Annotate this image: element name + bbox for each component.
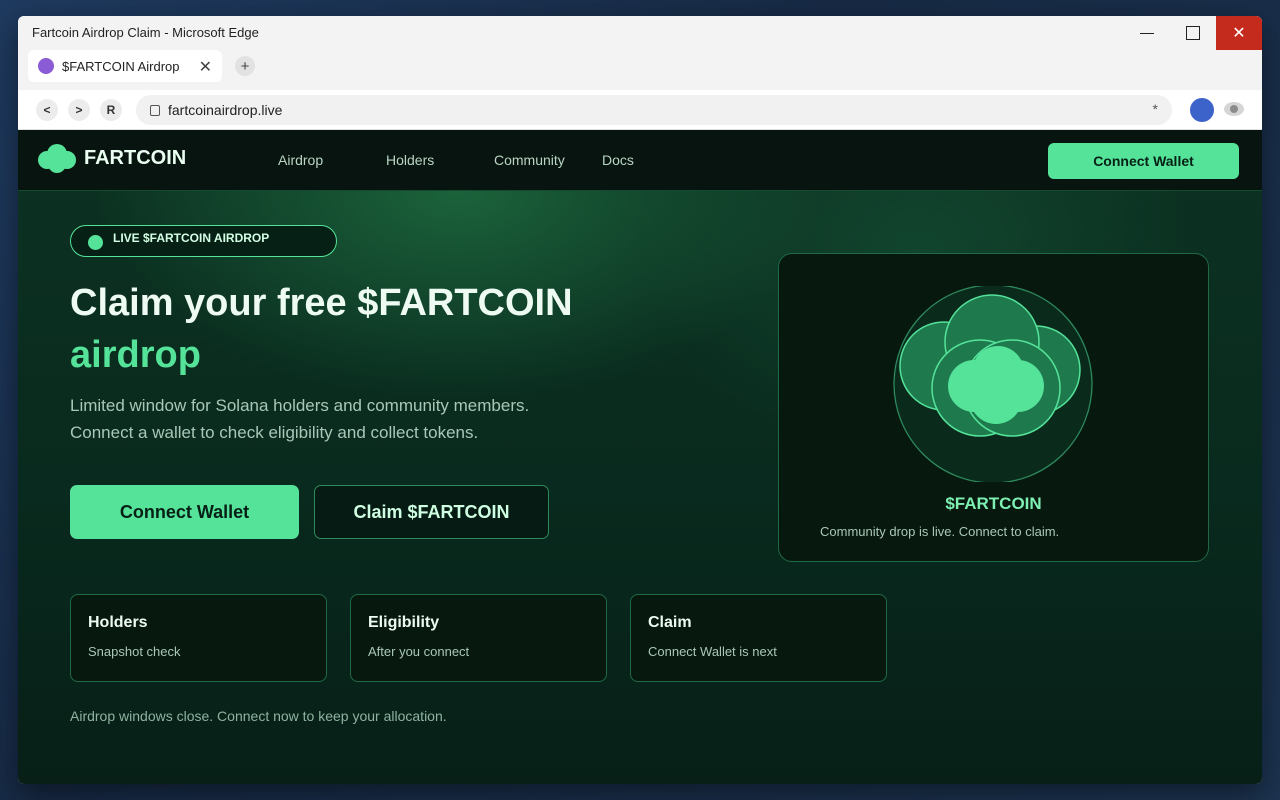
stat-subtitle: Snapshot check xyxy=(88,644,181,659)
nav-link-airdrop[interactable]: Airdrop xyxy=(278,152,323,168)
stat-card-claim: Claim Connect Wallet is next xyxy=(630,594,887,682)
tab-close-icon[interactable]: ✕ xyxy=(199,57,212,77)
footer-note: Airdrop windows close. Connect now to ke… xyxy=(70,708,447,724)
nav-link-community[interactable]: Community xyxy=(494,152,565,168)
tab-bar: $FARTCOIN Airdrop ✕ + xyxy=(18,50,1262,90)
fartcoin-emblem-icon xyxy=(893,286,1093,482)
browser-tab[interactable]: $FARTCOIN Airdrop ✕ xyxy=(28,50,222,82)
browser-window: Fartcoin Airdrop Claim - Microsoft Edge … xyxy=(18,16,1262,784)
coin-card: $FARTCOIN Community drop is live. Connec… xyxy=(778,253,1209,562)
nav-link-holders[interactable]: Holders xyxy=(386,152,434,168)
url-field[interactable]: fartcoinairdrop.live * xyxy=(136,95,1172,125)
hero-subtext-line2: Connect a wallet to check eligibility an… xyxy=(70,423,479,442)
back-button[interactable]: < xyxy=(36,99,58,121)
hero-headline: Claim your free $FARTCOIN xyxy=(70,282,573,324)
live-badge-label: LIVE $FARTCOIN AIRDROP xyxy=(113,231,270,245)
nav-link-docs[interactable]: Docs xyxy=(602,152,634,168)
minimize-button[interactable] xyxy=(1124,16,1170,50)
claim-fartcoin-button[interactable]: Claim $FARTCOIN xyxy=(314,485,549,539)
extension-icon[interactable] xyxy=(1224,102,1244,116)
title-bar: Fartcoin Airdrop Claim - Microsoft Edge … xyxy=(18,16,1262,50)
stat-title: Claim xyxy=(648,614,692,631)
live-dot-icon xyxy=(88,235,103,250)
stat-card-eligibility: Eligibility After you connect xyxy=(350,594,607,682)
page-info-icon[interactable] xyxy=(150,104,160,116)
favorite-star-icon[interactable]: * xyxy=(1153,101,1158,117)
stat-title: Eligibility xyxy=(368,614,440,631)
brand-name[interactable]: FARTCOIN xyxy=(84,147,186,170)
coin-name: $FARTCOIN xyxy=(945,494,1042,513)
address-bar-row: < > R fartcoinairdrop.live * xyxy=(18,90,1262,130)
maximize-button[interactable] xyxy=(1170,16,1216,50)
site-header: FARTCOIN Airdrop Holders Community Docs … xyxy=(18,130,1262,191)
stat-title: Holders xyxy=(88,614,148,631)
url-text: fartcoinairdrop.live xyxy=(168,102,283,118)
tab-label: $FARTCOIN Airdrop xyxy=(62,58,180,74)
profile-avatar[interactable] xyxy=(1190,98,1214,122)
hero-headline-accent: airdrop xyxy=(70,334,201,376)
header-connect-wallet-button[interactable]: Connect Wallet xyxy=(1048,143,1239,179)
connect-wallet-button[interactable]: Connect Wallet xyxy=(70,485,299,539)
forward-button[interactable]: > xyxy=(68,99,90,121)
stat-card-holders: Holders Snapshot check xyxy=(70,594,327,682)
window-title: Fartcoin Airdrop Claim - Microsoft Edge xyxy=(32,25,259,40)
close-window-button[interactable]: ✕ xyxy=(1216,16,1262,50)
stat-subtitle: After you connect xyxy=(368,644,470,659)
logo-cloud-icon[interactable] xyxy=(38,142,76,174)
coin-description: Community drop is live. Connect to claim… xyxy=(820,524,1060,539)
reload-button[interactable]: R xyxy=(100,99,122,121)
close-icon: ✕ xyxy=(1232,25,1246,42)
live-badge: LIVE $FARTCOIN AIRDROP xyxy=(70,225,337,257)
stat-subtitle: Connect Wallet is next xyxy=(648,644,777,659)
hero-subtext-line1: Limited window for Solana holders and co… xyxy=(70,396,530,415)
minimize-icon xyxy=(1140,32,1154,34)
maximize-icon xyxy=(1186,26,1200,40)
favicon-icon xyxy=(38,58,54,74)
new-tab-button[interactable]: + xyxy=(235,56,255,76)
web-page: FARTCOIN Airdrop Holders Community Docs … xyxy=(18,130,1262,784)
